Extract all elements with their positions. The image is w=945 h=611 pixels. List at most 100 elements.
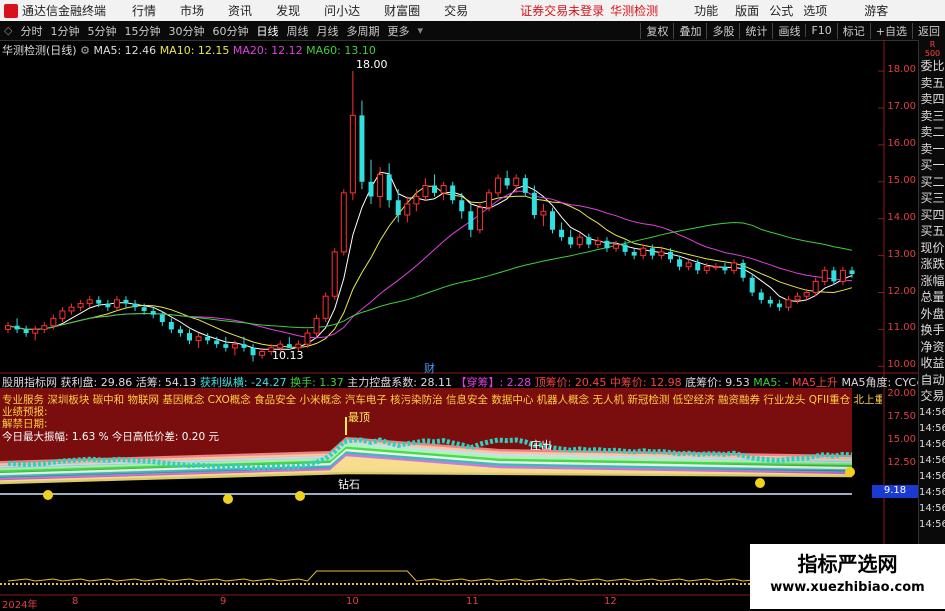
menu-item-faxian[interactable]: 发现 <box>276 2 300 19</box>
sidebar-item[interactable]: 买一 <box>919 157 945 174</box>
period-1min[interactable]: 1分钟 <box>46 23 83 39</box>
indicator-legend-item: 换手: 1.37 <box>290 376 348 389</box>
candle-body <box>685 262 692 268</box>
candle-body <box>550 211 556 230</box>
candle-body <box>576 236 583 246</box>
ma5-line <box>7 171 853 350</box>
period-monthly[interactable]: 月线 <box>312 23 342 39</box>
sidebar-item[interactable]: 卖五 <box>919 75 945 92</box>
sidebar-item[interactable]: 卖三 <box>919 108 945 125</box>
btn-biaoji[interactable]: 标记 <box>836 22 870 39</box>
period-30min[interactable]: 30分钟 <box>164 23 208 39</box>
sidebar-item[interactable]: 买五 <box>919 223 945 240</box>
indicator-legend-item: 获利盘: 29.86 <box>60 376 136 389</box>
sidebar-item[interactable]: 涨幅 <box>919 273 945 290</box>
btn-duogu[interactable]: 多股 <box>706 22 739 39</box>
sidebar-item[interactable]: 收益 <box>919 355 945 372</box>
menu-item-caifuquan[interactable]: 财富圈 <box>384 2 420 19</box>
candle-body <box>59 310 66 319</box>
app-logo-icon <box>4 3 18 18</box>
candle-body <box>658 251 665 257</box>
candle-body <box>113 299 120 308</box>
sidebar-item[interactable]: 自动 <box>919 372 945 389</box>
sidebar-item[interactable]: 14:56 <box>919 437 945 453</box>
sidebar-item[interactable]: 14:56 <box>919 485 945 501</box>
candle-body <box>476 207 483 231</box>
candle-body <box>722 266 728 271</box>
candle-body <box>96 299 102 304</box>
period-weekly[interactable]: 周线 <box>282 23 312 39</box>
btn-diejia[interactable]: 叠加 <box>673 22 706 39</box>
menu-item-wenxiaoda[interactable]: 问小达 <box>324 2 360 19</box>
sidebar-item[interactable]: 14:56 <box>919 517 945 533</box>
sidebar-item[interactable]: 买二 <box>919 174 945 191</box>
candle-body <box>368 181 374 197</box>
menu-item-xuanxiang[interactable]: 选项 <box>803 2 827 19</box>
candle-body <box>41 325 48 330</box>
menu-item-zixun[interactable]: 资讯 <box>228 2 252 19</box>
price-tick-label: 16.00 <box>887 137 916 149</box>
sidebar-item[interactable]: 外盘 <box>919 306 945 323</box>
candle-body <box>767 299 773 304</box>
period-multi[interactable]: 多周期 <box>342 23 383 39</box>
period-daily[interactable]: 日线 <box>252 23 282 39</box>
sidebar-item[interactable]: 买三 <box>919 190 945 207</box>
kline-chart[interactable] <box>0 40 918 609</box>
period-fenshi[interactable]: 分时 <box>16 23 46 39</box>
btn-fuquan[interactable]: 复权 <box>640 22 673 39</box>
sidebar-item[interactable]: 14:56 <box>919 501 945 517</box>
candle-body <box>776 303 782 308</box>
btn-huaxian[interactable]: 画线 <box>772 22 805 39</box>
sidebar-item[interactable]: 卖四 <box>919 91 945 108</box>
candle-body <box>803 292 810 297</box>
period-5min[interactable]: 5分钟 <box>83 23 120 39</box>
stock-name-notice: 华测检测 <box>610 4 659 18</box>
period-15min[interactable]: 15分钟 <box>120 23 164 39</box>
indicator-legend-item: 顶筹价: 20.45 <box>534 376 610 389</box>
menu-item-shichang[interactable]: 市场 <box>180 2 204 19</box>
candle-body <box>304 332 311 345</box>
sidebar-item[interactable]: 交易 <box>919 388 945 405</box>
period-60min[interactable]: 60分钟 <box>208 23 252 39</box>
menu-bar: 通达信金融终端 行情 市场 资讯 发现 问小达 财富圈 交易 证券交易未登录 华… <box>0 0 945 21</box>
sidebar-item[interactable]: 总量 <box>919 289 945 306</box>
sidebar-item[interactable]: 现价 <box>919 240 945 257</box>
sidebar-item[interactable]: 500 <box>919 49 945 58</box>
menu-item-banmian[interactable]: 版面 <box>735 2 759 19</box>
sidebar-item[interactable]: 14:56 <box>919 469 945 485</box>
candle-body <box>259 351 266 356</box>
indicator-axis: 20.00 17.50 15.00 12.50 <box>885 388 918 518</box>
menu-item-hangqing[interactable]: 行情 <box>132 2 156 19</box>
login-notice[interactable]: 证券交易未登录 <box>520 2 604 19</box>
sidebar-item[interactable]: 买四 <box>919 207 945 224</box>
btn-tongji[interactable]: 统计 <box>739 22 772 39</box>
sidebar-item[interactable]: 涨跌 <box>919 256 945 273</box>
sidebar-item[interactable]: 卖二 <box>919 124 945 141</box>
candle-body <box>187 333 193 341</box>
indicator-value-box: 9.18 <box>872 485 918 498</box>
sidebar-item[interactable]: 委比 <box>919 58 945 75</box>
btn-fanhui[interactable]: 返回 <box>912 22 945 39</box>
sidebar-item[interactable]: 净资 <box>919 339 945 356</box>
sidebar-item[interactable]: 换手 <box>919 322 945 339</box>
ma-legend: 华测检测(日线) ⚙ MA5: 12.46 MA10: 12.15 MA20: … <box>2 42 376 58</box>
btn-f10[interactable]: F10 <box>805 24 836 37</box>
menu-item-jiaoyi[interactable]: 交易 <box>444 2 468 19</box>
time-tick-label: 9 <box>220 596 227 607</box>
period-more[interactable]: 更多 <box>383 23 413 39</box>
candle-body <box>223 344 229 348</box>
chevron-down-icon[interactable]: ▾ <box>413 24 427 37</box>
sidebar-item[interactable]: 14:56 <box>919 421 945 437</box>
sidebar-item[interactable]: 14:56 <box>919 453 945 469</box>
sidebar-item[interactable]: 卖一 <box>919 141 945 158</box>
settings-gear-icon[interactable]: ⚙ <box>80 44 90 57</box>
candle-body <box>123 299 129 304</box>
sidebar-item[interactable]: 14:56 <box>919 405 945 421</box>
user-guest[interactable]: 游客 <box>864 2 888 19</box>
candle-body <box>214 340 220 345</box>
menu-item-gongneng[interactable]: 功能 <box>694 2 718 19</box>
sidebar-item[interactable]: R <box>919 40 945 49</box>
btn-zixuan[interactable]: +自选 <box>869 22 912 39</box>
candle-body <box>395 200 401 215</box>
menu-item-gongshi[interactable]: 公式 <box>769 2 793 19</box>
